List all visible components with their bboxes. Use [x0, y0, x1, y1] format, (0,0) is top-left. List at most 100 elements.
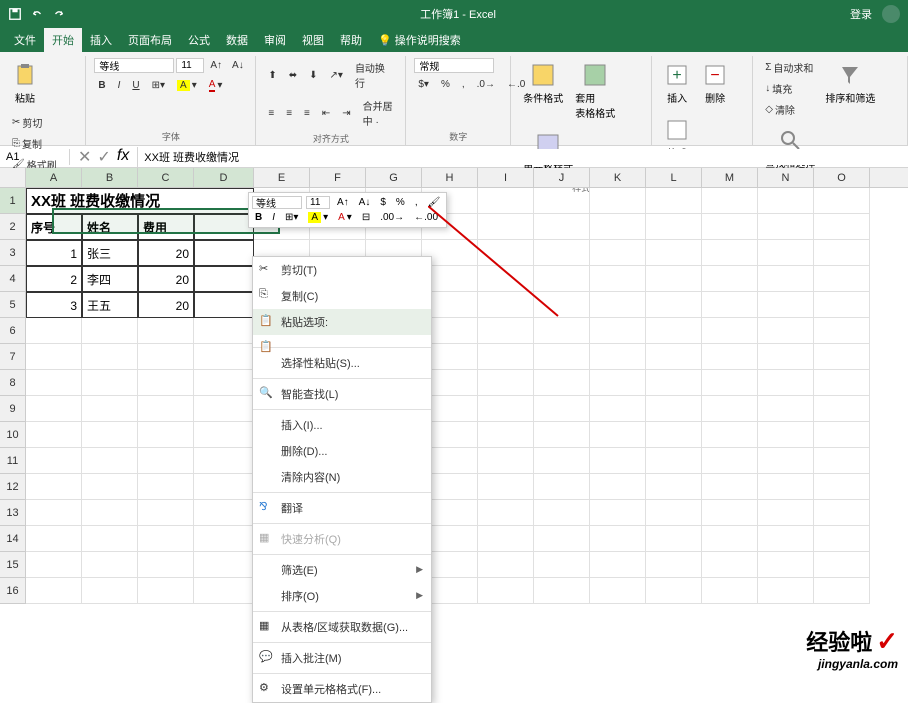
select-all-corner[interactable] [0, 168, 26, 187]
save-icon[interactable] [8, 7, 22, 21]
ctx-sort[interactable]: 排序(O)▶ [253, 583, 431, 609]
row-header-1[interactable]: 1 [0, 188, 26, 214]
ctx-cut[interactable]: ✂剪切(T) [253, 257, 431, 283]
row-header-16[interactable]: 16 [0, 578, 26, 604]
increase-font-icon[interactable]: A↑ [206, 58, 226, 73]
col-header-F[interactable]: F [310, 168, 366, 187]
ctx-delete[interactable]: 删除(D)... [253, 438, 431, 464]
paste-button[interactable]: 粘贴 [8, 58, 42, 109]
fx-icon[interactable]: fx [117, 147, 129, 167]
underline-button[interactable]: U [128, 77, 143, 94]
ctx-format-cells[interactable]: ⚙设置单元格格式(F)... [253, 676, 431, 702]
col-header-K[interactable]: K [590, 168, 646, 187]
mini-currency-icon[interactable]: $ [377, 196, 389, 209]
col-header-D[interactable]: D [194, 168, 254, 187]
mini-comma-icon[interactable]: , [412, 196, 421, 209]
tab-insert[interactable]: 插入 [82, 28, 120, 52]
comma-icon[interactable]: , [458, 77, 469, 92]
tab-view[interactable]: 视图 [294, 28, 332, 52]
row-header-11[interactable]: 11 [0, 448, 26, 474]
increase-indent-icon[interactable]: ⇥ [338, 96, 354, 130]
header-blank[interactable] [194, 214, 254, 240]
undo-icon[interactable] [30, 7, 44, 21]
row-header-9[interactable]: 9 [0, 396, 26, 422]
user-avatar-icon[interactable] [882, 5, 900, 23]
tab-help[interactable]: 帮助 [332, 28, 370, 52]
cells-grid[interactable]: XX班 班费收缴情况 序号 姓名 费用 1 张三 20 2 李四 [26, 188, 908, 604]
currency-icon[interactable]: $▾ [414, 77, 433, 92]
col-header-H[interactable]: H [422, 168, 478, 187]
row-header-8[interactable]: 8 [0, 370, 26, 396]
ctx-quick-analysis[interactable]: ▦快速分析(Q) [253, 526, 431, 552]
mini-font-family[interactable] [252, 196, 302, 209]
mini-increase-decimal-icon[interactable]: .00→ [377, 211, 407, 224]
mini-increase-font-icon[interactable]: A↑ [334, 196, 352, 209]
formula-input[interactable] [138, 149, 908, 165]
ctx-paste-options[interactable]: 📋粘贴选项: [253, 309, 431, 335]
percent-icon[interactable]: % [437, 77, 454, 92]
mini-decrease-font-icon[interactable]: A↓ [356, 196, 374, 209]
row-header-12[interactable]: 12 [0, 474, 26, 500]
row-header-2[interactable]: 2 [0, 214, 26, 240]
tell-me[interactable]: 💡 操作说明搜索 [370, 28, 469, 52]
redo-icon[interactable] [52, 7, 66, 21]
col-header-E[interactable]: E [254, 168, 310, 187]
font-size-select[interactable] [176, 58, 204, 73]
tab-pagelayout[interactable]: 页面布局 [120, 28, 180, 52]
mini-italic-icon[interactable]: I [269, 211, 278, 224]
conditional-format-button[interactable]: 条件格式 [519, 58, 567, 109]
mini-border-icon[interactable]: ⊞▾ [282, 211, 301, 224]
enter-icon[interactable]: ✓ [97, 147, 110, 167]
row-header-13[interactable]: 13 [0, 500, 26, 526]
sort-filter-button[interactable]: 排序和筛选 [821, 58, 879, 109]
bold-button[interactable]: B [94, 77, 109, 94]
cancel-icon[interactable]: ✕ [78, 147, 91, 167]
mini-percent-icon[interactable]: % [393, 196, 408, 209]
tab-home[interactable]: 开始 [44, 28, 82, 52]
ctx-get-data[interactable]: ▦从表格/区域获取数据(G)... [253, 614, 431, 640]
row-header-4[interactable]: 4 [0, 266, 26, 292]
col-header-B[interactable]: B [82, 168, 138, 187]
align-center-icon[interactable]: ≡ [282, 96, 296, 130]
tab-formulas[interactable]: 公式 [180, 28, 218, 52]
format-table-button[interactable]: 套用 表格格式 [571, 58, 619, 124]
increase-decimal-icon[interactable]: .0→ [473, 77, 499, 92]
col-header-I[interactable]: I [478, 168, 534, 187]
row-header-7[interactable]: 7 [0, 344, 26, 370]
col-header-M[interactable]: M [702, 168, 758, 187]
row-header-14[interactable]: 14 [0, 526, 26, 552]
col-header-C[interactable]: C [138, 168, 194, 187]
col-header-L[interactable]: L [646, 168, 702, 187]
col-header-O[interactable]: O [814, 168, 870, 187]
decrease-font-icon[interactable]: A↓ [228, 58, 248, 73]
border-button[interactable]: ⊞▾ [148, 77, 169, 94]
mini-decrease-decimal-icon[interactable]: ←.00 [411, 211, 441, 224]
ctx-paste-special-icon[interactable]: 📋 [253, 335, 431, 345]
align-left-icon[interactable]: ≡ [264, 96, 278, 130]
number-format-select[interactable] [414, 58, 494, 73]
row-header-10[interactable]: 10 [0, 422, 26, 448]
tab-data[interactable]: 数据 [218, 28, 256, 52]
ctx-paste-special[interactable]: 选择性粘贴(S)... [253, 350, 431, 376]
col-header-N[interactable]: N [758, 168, 814, 187]
header-fee[interactable]: 费用 [138, 214, 194, 240]
name-box[interactable]: A1 [0, 149, 70, 165]
mini-merge-icon[interactable]: ⊟ [359, 211, 373, 224]
clear-button[interactable]: ◇清除 [761, 100, 817, 119]
ctx-smart-lookup[interactable]: 🔍智能查找(L) [253, 381, 431, 407]
italic-button[interactable]: I [114, 77, 125, 94]
align-top-icon[interactable]: ⬆ [264, 58, 280, 92]
decrease-indent-icon[interactable]: ⇤ [318, 96, 334, 130]
cut-button[interactable]: ✂剪切 [8, 113, 61, 132]
align-right-icon[interactable]: ≡ [300, 96, 314, 130]
col-header-G[interactable]: G [366, 168, 422, 187]
ctx-insert[interactable]: 插入(I)... [253, 412, 431, 438]
ctx-translate[interactable]: ⅋翻译 [253, 495, 431, 521]
fill-color-button[interactable]: A▾ [173, 77, 201, 94]
align-bottom-icon[interactable]: ⬇ [305, 58, 321, 92]
autosum-button[interactable]: Σ自动求和 [761, 58, 817, 77]
mini-font-color-icon[interactable]: A▾ [335, 211, 355, 224]
fill-button[interactable]: ↓填充 [761, 79, 817, 98]
orientation-icon[interactable]: ↗▾ [326, 58, 347, 92]
mini-format-painter-icon[interactable]: 🖌 [425, 196, 444, 209]
